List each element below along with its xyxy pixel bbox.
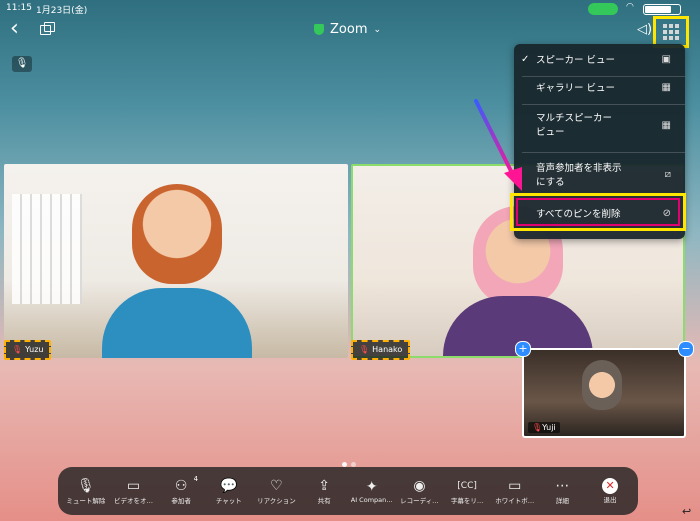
toolbar-whiteboard-button[interactable]: ▭ ホワイトボ… [492, 477, 538, 505]
menu-item-label: 音声参加者を非表示 [536, 163, 622, 174]
chevron-down-icon: ⌄ [373, 24, 382, 35]
meeting-top-bar: ‹ Zoom ⌄ ◁) [0, 16, 700, 48]
muted-mic-icon: 🎙 [12, 345, 23, 354]
clock-date: 1月23日(金) [36, 6, 88, 16]
name-label-hanako: 🎙 Hanako [351, 340, 411, 360]
toolbar-label: 参加者 [171, 497, 191, 505]
meeting-toolbar: 🎙 ミュート解除 ▭ ビデオをオ… ⚇ 4 参加者 💬 チャット ♡ リアクション ⇪ 共有 … [58, 467, 638, 515]
multi-speaker-view-icon: ▦ [661, 120, 671, 131]
self-name-label: 🎙Yuji [528, 422, 560, 433]
toolbar-label: ホワイトボ… [495, 497, 535, 505]
window-background [12, 194, 82, 304]
meeting-title[interactable]: Zoom ⌄ [314, 22, 381, 37]
captions-icon: [CC] [457, 481, 477, 491]
toolbar-ai-companion-button[interactable]: ✦ AI Compan… [349, 478, 395, 504]
toolbar-label: ミュート解除 [66, 497, 106, 505]
annotation-arrow-icon [474, 99, 522, 191]
toolbar-label: 退出 [603, 496, 617, 504]
toolbar-label: リアクション [257, 497, 296, 505]
participant-name: Hanako [372, 345, 403, 354]
menu-item-label-line2: ビュー [536, 127, 565, 138]
muted-mic-icon: 🎙 [12, 56, 32, 72]
toolbar-label: 字幕をリ… [450, 497, 484, 505]
toolbar-unmute-button[interactable]: 🎙 ミュート解除 [63, 477, 109, 505]
speaker-icon[interactable]: ◁) [637, 22, 652, 37]
toolbar-record-button[interactable]: ◉ レコーディ… [396, 477, 442, 505]
back-chevron-icon[interactable]: ‹ [10, 18, 19, 40]
menu-item-hide-nonvideo[interactable]: 音声参加者を非表示 にする ⧄ [514, 160, 685, 192]
status-bar: 11:15 1月23日(金) ◠ [0, 0, 700, 16]
participants-icon: ⚇ [174, 478, 188, 494]
highlight-box-remove-pins [510, 193, 686, 231]
toolbar-label: AI Compan… [350, 496, 393, 504]
speaker-view-icon: ▣ [661, 54, 671, 65]
whiteboard-icon: ▭ [508, 478, 522, 494]
participant-tile-yuzu[interactable] [4, 164, 348, 358]
ai-sparkle-icon: ✦ [365, 479, 378, 495]
shield-icon [314, 24, 324, 35]
toolbar-label: レコーディ… [400, 497, 439, 505]
participant-name: Yuzu [25, 345, 44, 354]
battery-icon [643, 4, 681, 15]
call-indicator-icon [588, 3, 618, 15]
menu-item-label: スピーカー ビュー [536, 55, 616, 66]
toolbar-participants-button[interactable]: ⚇ 4 参加者 [158, 475, 204, 505]
toolbar-video-button[interactable]: ▭ ビデオをオ… [110, 477, 156, 505]
clock-time: 11:15 [6, 3, 32, 13]
switch-camera-icon[interactable] [40, 22, 55, 35]
page-curl-icon: ↩ [682, 505, 692, 518]
leave-icon: ✕ [602, 478, 619, 494]
heart-icon: ♡ [270, 478, 283, 494]
wifi-icon: ◠ [626, 2, 634, 12]
toolbar-more-button[interactable]: ⋯ 詳細 [539, 477, 585, 505]
menu-item-gallery-view[interactable]: ギャラリー ビュー ▦ [514, 80, 685, 104]
muted-mic-icon: 🎙 [359, 345, 370, 354]
menu-item-multi-speaker-view[interactable]: マルチスピーカー ビュー ▦ [514, 110, 685, 148]
name-label-yuzu: 🎙 Yuzu [4, 340, 52, 360]
hide-video-icon: ⧄ [664, 169, 671, 180]
chat-icon: 💬 [220, 478, 238, 494]
collapse-right-icon[interactable]: − [678, 341, 694, 357]
toolbar-share-button[interactable]: ⇪ 共有 [301, 477, 347, 505]
menu-item-label: マルチスピーカー [536, 113, 613, 124]
menu-item-label-line2: にする [536, 177, 565, 188]
gallery-view-icon: ▦ [661, 82, 671, 93]
toolbar-reaction-button[interactable]: ♡ リアクション [253, 477, 299, 505]
video-camera-icon: ▭ [126, 478, 141, 494]
menu-item-speaker-view[interactable]: ✓ スピーカー ビュー ▣ [514, 52, 685, 76]
checkmark-icon: ✓ [521, 54, 530, 65]
toolbar-chat-button[interactable]: 💬 チャット [206, 477, 252, 505]
avatar-body [102, 288, 252, 358]
grid-icon [663, 24, 679, 40]
participant-count-badge: 4 [193, 475, 199, 483]
self-view-tile[interactable]: 🎙Yuji [522, 348, 686, 438]
expand-left-icon[interactable]: + [515, 341, 531, 357]
toolbar-label: 共有 [317, 497, 331, 505]
avatar [582, 360, 622, 410]
toolbar-label: チャット [215, 497, 242, 505]
menu-item-label: ギャラリー ビュー [536, 83, 616, 94]
toolbar-leave-button[interactable]: ✕ 退出 [587, 478, 633, 504]
participant-name: Yuji [542, 423, 556, 432]
toolbar-label: ビデオをオ… [113, 497, 153, 505]
toolbar-captions-button[interactable]: [CC] 字幕をリ… [444, 477, 490, 505]
avatar [132, 184, 222, 284]
more-icon: ⋯ [555, 478, 570, 494]
toolbar-label: 詳細 [555, 497, 569, 505]
microphone-icon: 🎙 [76, 478, 95, 494]
muted-mic-icon: 🎙 [532, 423, 543, 432]
meeting-title-text: Zoom [330, 22, 368, 37]
share-icon: ⇪ [318, 478, 330, 494]
record-icon: ◉ [413, 478, 426, 494]
